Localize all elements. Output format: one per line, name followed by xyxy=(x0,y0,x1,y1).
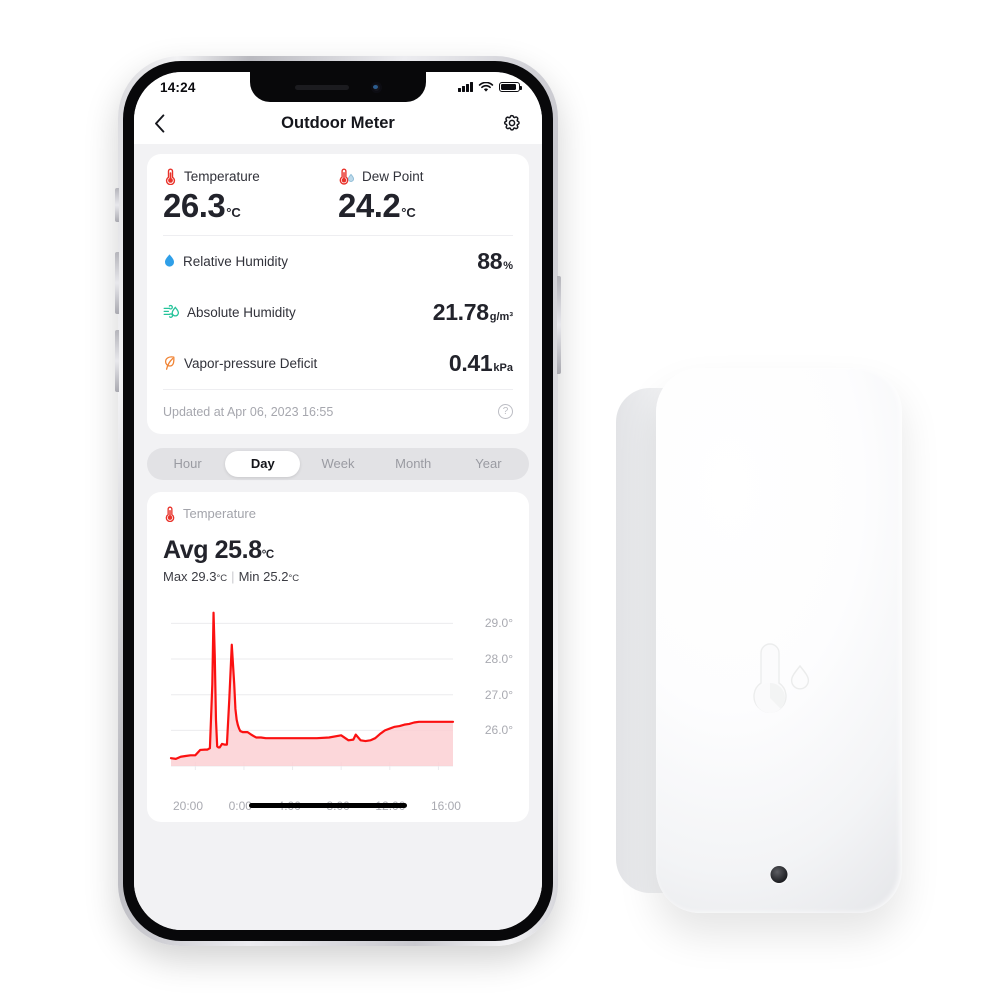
tab-month[interactable]: Month xyxy=(376,451,451,477)
absolute-humidity-value-wrap: 21.78g/m³ xyxy=(433,299,513,326)
dew-point-value: 24.2 xyxy=(338,187,401,224)
wifi-icon xyxy=(478,81,494,92)
x-axis-tick: 16:00 xyxy=(430,798,461,813)
updated-row: Updated at Apr 06, 2023 16:55 ? xyxy=(163,390,513,434)
row-absolute-humidity-left: Absolute Humidity xyxy=(163,304,296,320)
minmax-separator: | xyxy=(231,568,235,584)
max-unit: °C xyxy=(216,572,228,584)
tab-week[interactable]: Week xyxy=(300,451,375,477)
sensor-hole-icon xyxy=(770,866,788,883)
min-unit: °C xyxy=(288,572,300,584)
row-vapor-pressure-deficit: Vapor-pressure Deficit 0.41kPa xyxy=(163,338,513,389)
chart-min-max: Max 29.3°C | Min 25.2°C xyxy=(163,569,513,584)
phone-device: 14:24 Outdoor Meter Temperature 26.3°C D… xyxy=(115,56,561,946)
vapor-pressure-deficit-unit: kPa xyxy=(493,361,513,374)
range-tabs[interactable]: Hour Day Week Month Year xyxy=(147,447,529,480)
screen-content: Temperature 26.3°C Dew Point 24.2°C Rela… xyxy=(134,144,542,930)
absolute-humidity-label: Absolute Humidity xyxy=(187,304,296,320)
temperature-unit: °C xyxy=(226,205,241,220)
page-title: Outdoor Meter xyxy=(281,113,395,132)
battery-icon xyxy=(499,81,522,93)
max-label: Max xyxy=(163,568,188,584)
back-button[interactable] xyxy=(154,113,184,133)
power-button[interactable] xyxy=(557,276,561,374)
chart-average: Avg 25.8°C xyxy=(163,536,513,565)
y-axis-tick: 26.0° xyxy=(484,723,513,738)
phone-bezel: 14:24 Outdoor Meter Temperature 26.3°C D… xyxy=(123,61,553,941)
relative-humidity-value: 88 xyxy=(477,247,503,274)
chart-plot-area: 29.0°28.0°27.0°26.0° 20:000:004:008:0012… xyxy=(163,596,513,813)
temperature-chart-card: Temperature Avg 25.8°C Max 29.3°C | Min 25… xyxy=(147,491,529,822)
max-value: 29.3 xyxy=(191,568,217,584)
notch xyxy=(250,72,426,102)
phone-screen: 14:24 Outdoor Meter Temperature 26.3°C D… xyxy=(134,72,542,930)
avg-unit: °C xyxy=(261,548,275,561)
y-axis-tick: 29.0° xyxy=(484,616,513,631)
y-axis-tick: 28.0° xyxy=(484,651,513,666)
relative-humidity-value-wrap: 88% xyxy=(477,248,513,275)
signal-bars-icon xyxy=(458,82,473,92)
sensor-front-face xyxy=(656,368,902,913)
water-drop-icon xyxy=(165,254,174,267)
reading-dew-point: Dew Point 24.2°C xyxy=(338,168,513,225)
dew-point-unit: °C xyxy=(401,205,416,220)
chart-label: Temperature xyxy=(183,506,256,522)
screenshot-stage: 14:24 Outdoor Meter Temperature 26.3°C D… xyxy=(0,0,1000,1000)
chevron-left-icon xyxy=(155,113,165,133)
avg-prefix: Avg xyxy=(163,535,209,564)
y-axis-tick: 27.0° xyxy=(484,687,513,702)
leaf-icon xyxy=(164,356,175,371)
min-label: Min xyxy=(238,568,260,584)
relative-humidity-label: Relative Humidity xyxy=(183,253,289,269)
updated-text: Updated at Apr 06, 2023 16:55 xyxy=(163,404,334,419)
dew-point-icon xyxy=(339,168,355,185)
dew-point-header: Dew Point xyxy=(338,168,513,185)
readings-card: Temperature 26.3°C Dew Point 24.2°C Rela… xyxy=(147,154,529,434)
vapor-pressure-deficit-value: 0.41 xyxy=(448,349,493,376)
row-vapor-pressure-deficit-left: Vapor-pressure Deficit xyxy=(163,355,317,371)
tab-hour[interactable]: Hour xyxy=(150,451,225,477)
row-absolute-humidity: Absolute Humidity 21.78g/m³ xyxy=(163,287,513,338)
temperature-value: 26.3 xyxy=(163,187,226,224)
nav-bar: Outdoor Meter xyxy=(134,102,542,144)
absolute-humidity-value: 21.78 xyxy=(432,298,489,325)
vapor-pressure-deficit-label: Vapor-pressure Deficit xyxy=(184,355,318,371)
vapor-pressure-deficit-value-wrap: 0.41kPa xyxy=(449,350,513,377)
absolute-humidity-icon xyxy=(163,305,180,319)
tab-day[interactable]: Day xyxy=(225,450,301,477)
temperature-header: Temperature xyxy=(163,168,338,185)
volume-down-button[interactable] xyxy=(115,330,119,392)
dew-point-label: Dew Point xyxy=(362,169,424,184)
status-bar-time: 14:24 xyxy=(160,79,196,95)
outdoor-meter-sensor xyxy=(616,368,902,913)
question-mark-icon[interactable]: ? xyxy=(498,404,513,420)
thermometer-droplet-emboss-icon xyxy=(753,643,810,713)
row-relative-humidity-left: Relative Humidity xyxy=(163,253,288,270)
temperature-value-wrap: 26.3°C xyxy=(163,187,338,225)
thermometer-icon xyxy=(165,168,176,185)
primary-readings: Temperature 26.3°C Dew Point 24.2°C xyxy=(163,154,513,235)
temperature-label: Temperature xyxy=(184,169,260,184)
front-camera-icon xyxy=(370,81,382,93)
row-relative-humidity: Relative Humidity 88% xyxy=(163,236,513,287)
mute-switch[interactable] xyxy=(115,188,119,222)
dew-point-value-wrap: 24.2°C xyxy=(338,187,513,225)
earpiece-speaker xyxy=(294,84,349,90)
chart-header: Temperature xyxy=(163,506,513,522)
avg-value: 25.8 xyxy=(214,535,262,564)
status-bar-indicators xyxy=(458,81,522,93)
settings-button[interactable] xyxy=(492,113,522,133)
temperature-line-chart xyxy=(169,611,455,770)
thermometer-icon xyxy=(165,506,175,522)
reading-temperature: Temperature 26.3°C xyxy=(163,168,338,225)
relative-humidity-unit: % xyxy=(503,259,513,272)
home-indicator xyxy=(249,802,407,808)
min-value: 25.2 xyxy=(263,568,289,584)
volume-up-button[interactable] xyxy=(115,252,119,314)
x-axis-tick: 20:00 xyxy=(173,798,204,813)
gear-icon xyxy=(503,114,520,131)
absolute-humidity-unit: g/m³ xyxy=(489,310,513,323)
tab-year[interactable]: Year xyxy=(451,451,526,477)
